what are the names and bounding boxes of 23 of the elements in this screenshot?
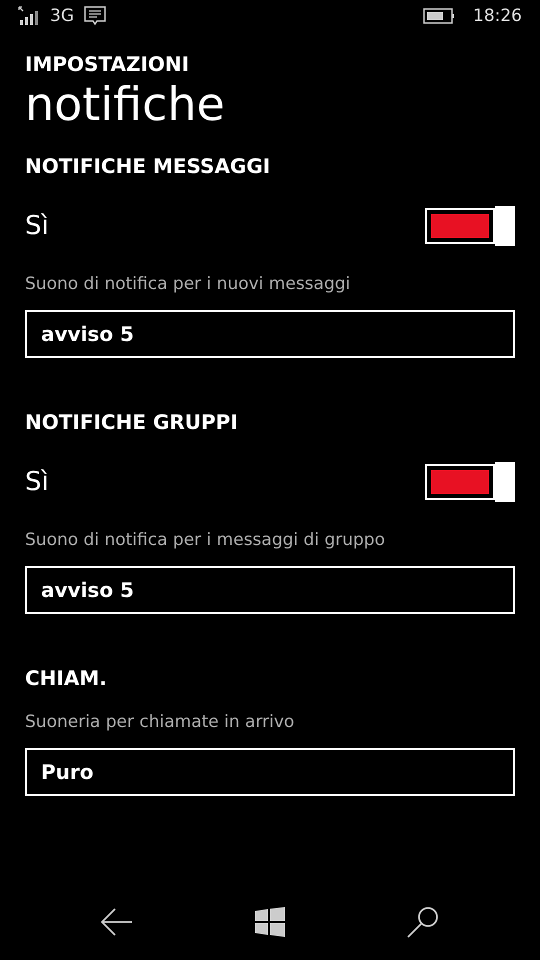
dropdown-field[interactable]: avviso 5 <box>25 566 515 614</box>
toggle-label: Sì <box>25 467 49 497</box>
clock-time: 18:26 <box>473 6 522 26</box>
setting-description: Suono di notifica per i nuovi messaggi <box>25 274 352 294</box>
toggle-switch[interactable] <box>423 462 515 502</box>
section-heading: NOTIFICHE MESSAGGI <box>25 154 272 178</box>
settings-label: IMPOSTAZIONI <box>25 52 190 76</box>
battery-icon <box>423 8 455 24</box>
search-icon <box>407 906 439 938</box>
message-icon <box>84 6 106 26</box>
section-heading: NOTIFICHE GRUPPI <box>25 410 239 434</box>
network-type: 3G <box>50 6 74 26</box>
dropdown-field[interactable]: Puro <box>25 748 515 796</box>
page-title: notifiche <box>25 76 226 132</box>
section-heading: CHIAM. <box>25 666 108 690</box>
dropdown-field[interactable]: avviso 5 <box>25 310 515 358</box>
signal-icon <box>18 6 40 26</box>
toggle-label: Sì <box>25 211 49 241</box>
windows-icon <box>255 907 285 937</box>
toggle-switch[interactable] <box>423 206 515 246</box>
setting-description: Suono di notifica per i messaggi di gruppo <box>25 530 386 550</box>
setting-description: Suoneria per chiamate in arrivo <box>25 712 296 732</box>
back-arrow-icon <box>101 908 133 936</box>
